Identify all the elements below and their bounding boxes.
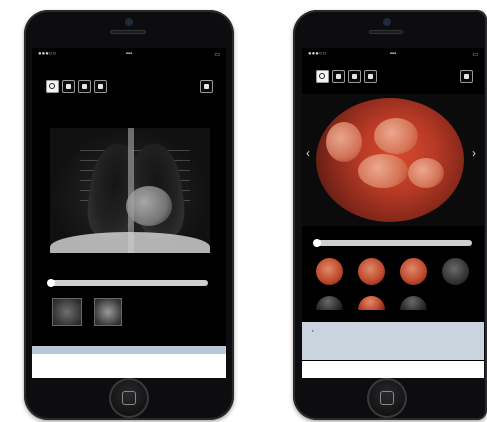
screen-right: ●●●○○ ▪▪▪ ▭ ‹ › ▸ [302,48,484,378]
home-square-icon [380,391,394,405]
menu-button[interactable] [200,80,213,93]
thumbnail-endoscopy-6[interactable] [358,296,385,310]
square-icon [464,74,469,79]
square-icon [66,84,71,89]
info-chevron-icon: ▸ [312,328,315,333]
thumbnail-chest-frontal[interactable] [52,298,82,326]
tool-button-2[interactable] [332,70,345,83]
next-arrow-icon[interactable]: › [472,146,476,160]
menu-button[interactable] [460,70,473,83]
info-strip [32,346,226,354]
scrubber-handle[interactable] [47,279,55,287]
tool-button-4[interactable] [364,70,377,83]
tissue-fold [408,158,444,188]
xray-image[interactable] [50,128,210,253]
square-icon [204,84,209,89]
tool-button-3[interactable] [348,70,361,83]
square-icon [82,84,87,89]
rib-line [80,150,190,151]
front-camera [125,18,133,26]
scrubber-handle[interactable] [313,239,321,247]
thumbnail-endoscopy-3[interactable] [400,258,427,285]
tool-button-4[interactable] [94,80,107,93]
info-panel: ▸ [302,322,484,360]
thumbnail-endoscopy-7[interactable] [400,296,427,310]
endoscopy-image[interactable]: ‹ › [302,94,484,226]
battery-icon: ▭ [472,52,478,58]
home-square-icon [122,391,136,405]
search-tool-button[interactable] [316,70,329,83]
status-bar: ●●●○○ ▪▪▪ ▭ [32,48,226,60]
phone-left: ●●●○○ ▪▪▪ ▭ [24,10,234,420]
tool-button-2[interactable] [62,80,75,93]
thumbnail-endoscopy-4[interactable] [442,258,469,285]
bottom-panel [302,361,484,378]
thumbnail-endoscopy-5[interactable] [316,296,343,310]
square-icon [98,84,103,89]
home-button[interactable] [109,378,149,418]
tissue-fold [374,118,418,154]
heart-shadow [126,186,172,226]
diaphragm [50,232,210,253]
square-icon [352,74,357,79]
image-scrubber[interactable] [313,239,472,247]
screen-left: ●●●○○ ▪▪▪ ▭ [32,48,226,378]
phone-right: ●●●○○ ▪▪▪ ▭ ‹ › ▸ [293,10,487,420]
search-icon [319,73,325,79]
status-bar: ●●●○○ ▪▪▪ ▭ [302,48,484,60]
thumbnail-endoscopy-1[interactable] [316,258,343,285]
tool-button-3[interactable] [78,80,91,93]
bottom-panel [32,354,226,378]
earpiece-speaker [369,30,403,34]
search-tool-button[interactable] [46,80,59,93]
tissue-fold [358,154,408,188]
clock-indicator: ▪▪▪ [389,51,397,57]
tissue-fold [326,122,362,162]
earpiece-speaker [110,30,146,34]
thumbnail-endoscopy-2[interactable] [358,258,385,285]
thumbnail-chest-lateral[interactable] [94,298,122,326]
clock-indicator: ▪▪▪ [125,51,133,57]
square-icon [368,74,373,79]
square-icon [336,74,341,79]
image-scrubber[interactable] [47,279,208,287]
previous-arrow-icon[interactable]: ‹ [306,146,310,160]
front-camera [383,18,391,26]
endoscopy-field [316,98,464,222]
search-icon [49,83,55,89]
battery-icon: ▭ [214,52,220,58]
home-button[interactable] [367,378,407,418]
